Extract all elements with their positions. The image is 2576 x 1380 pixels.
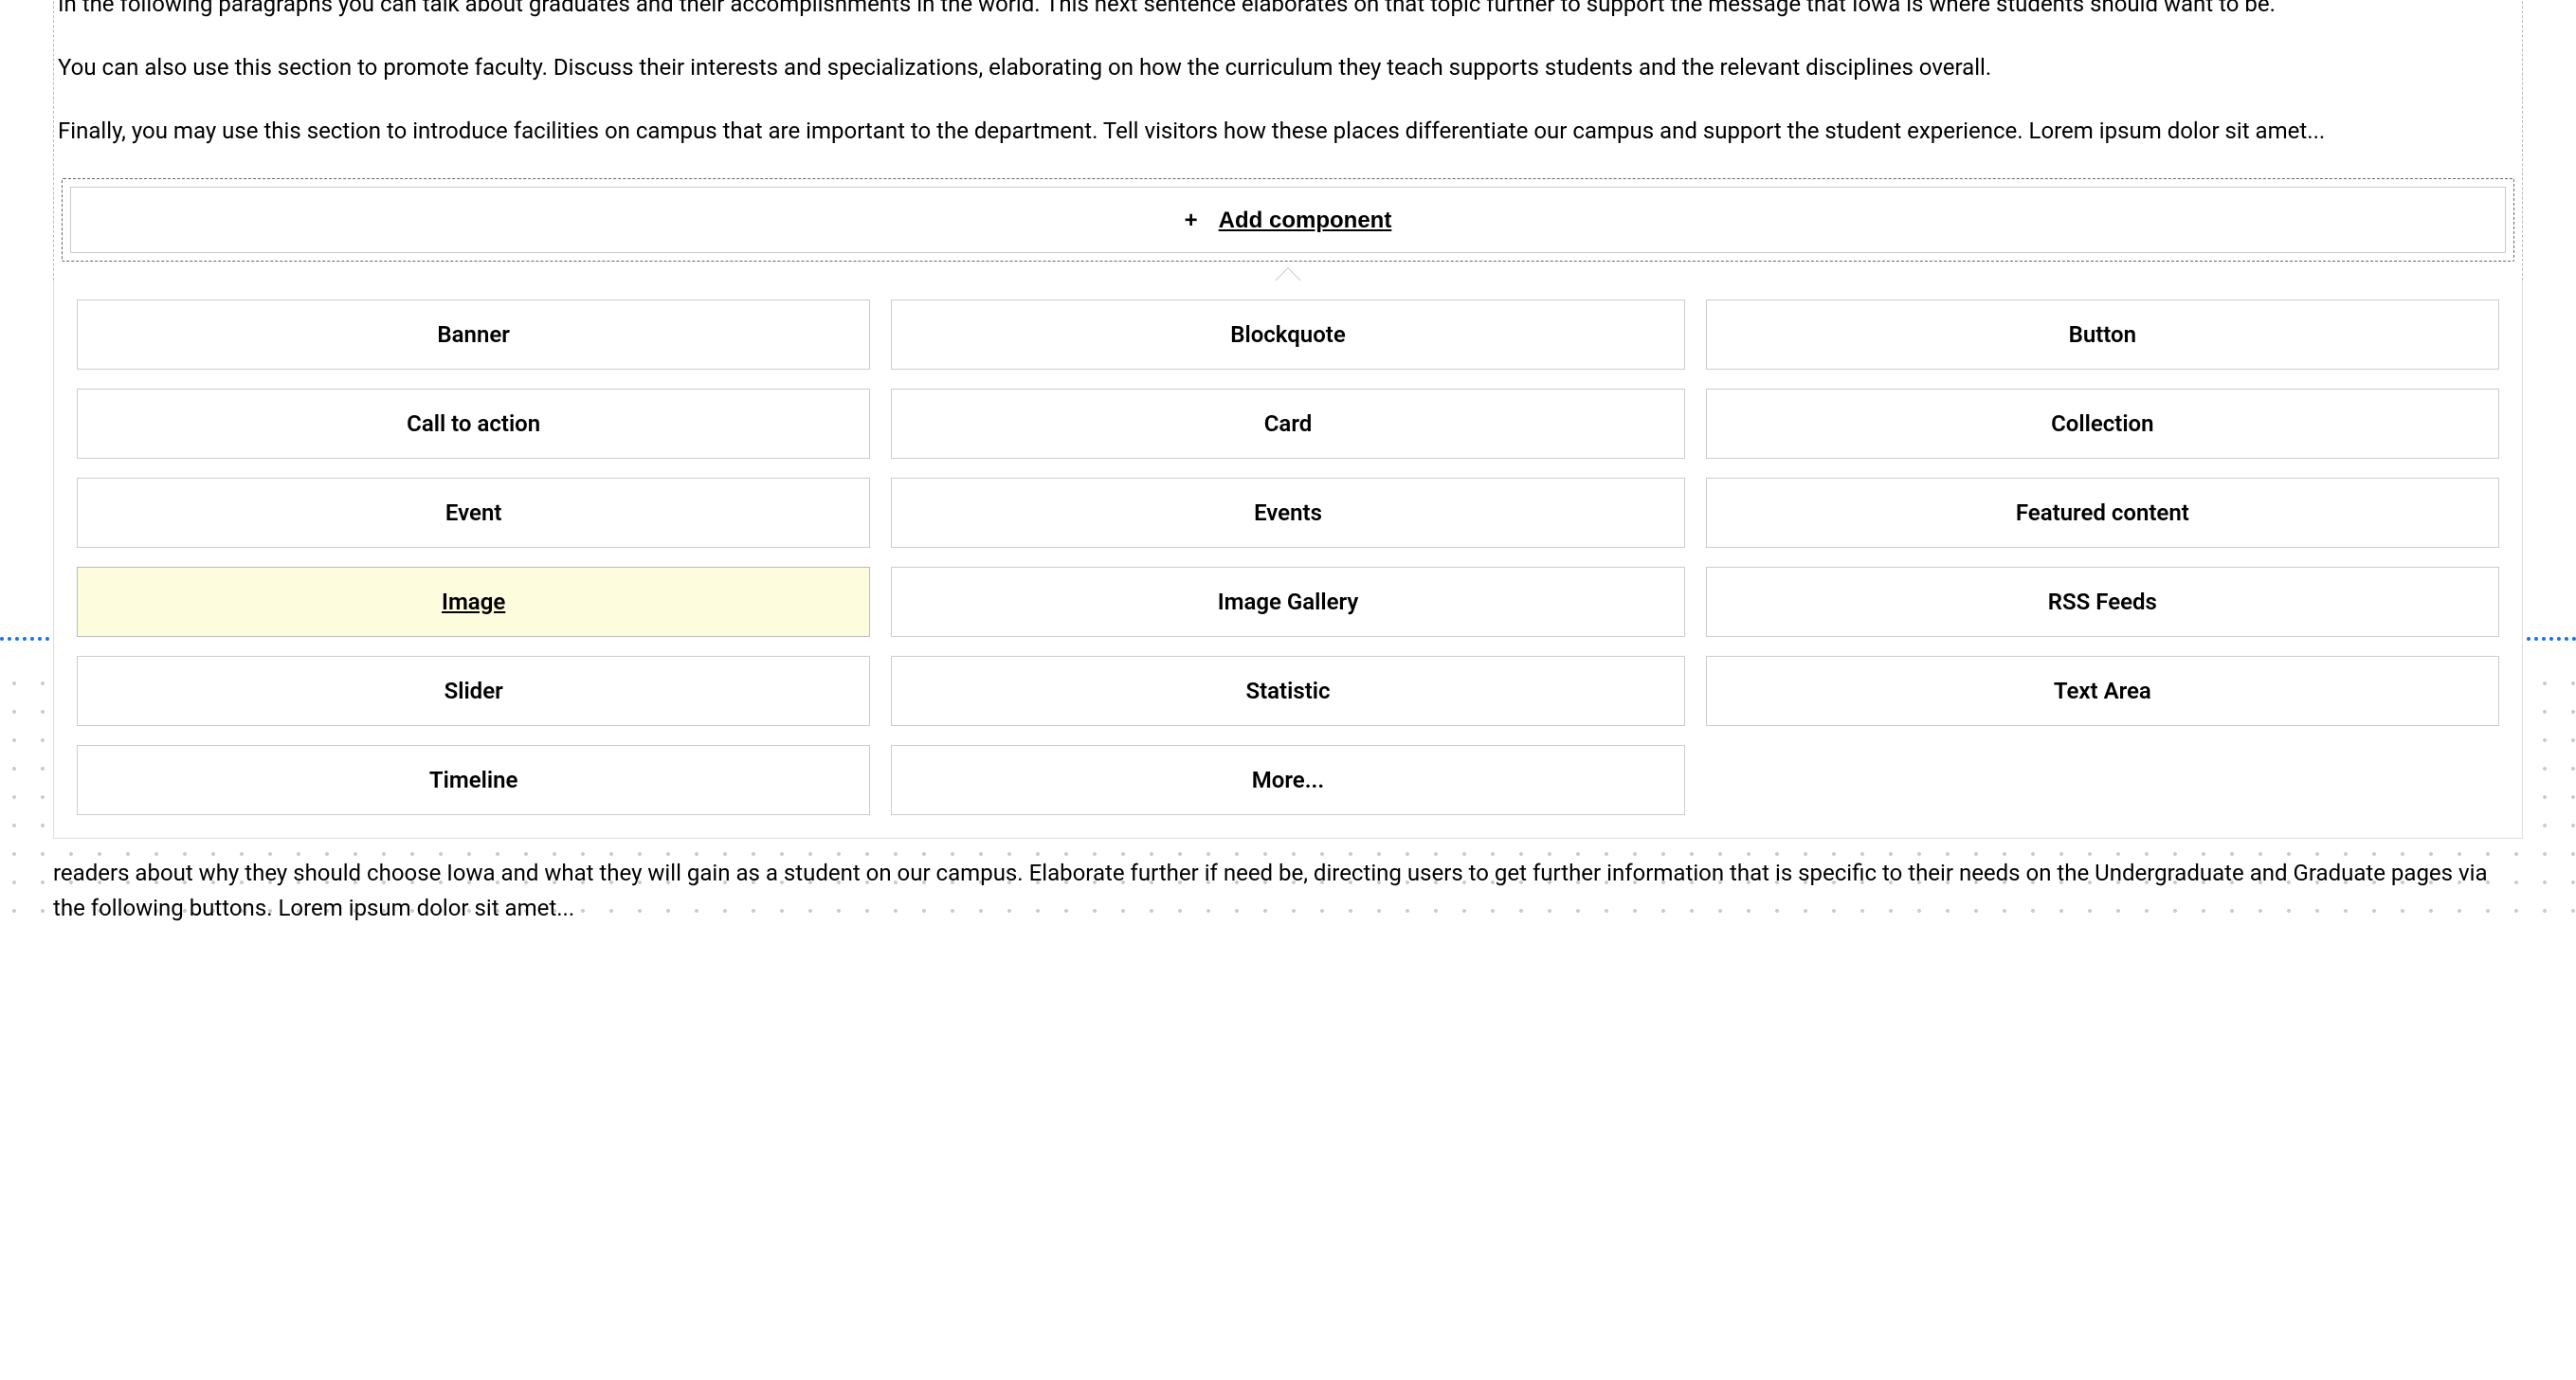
component-option-card[interactable]: Card [891,389,1684,459]
component-option-image[interactable]: Image [77,567,870,637]
component-option-label: Text Area [2054,678,2151,704]
component-option-label: Banner [437,321,510,348]
component-option-button[interactable]: Button [1706,300,2499,370]
component-option-label: Blockquote [1230,321,1346,348]
editable-content-region[interactable]: In the following paragraphs you can talk… [53,0,2523,281]
component-option-label: Timeline [429,767,518,793]
component-option-event[interactable]: Event [77,478,870,548]
component-option-text-area[interactable]: Text Area [1706,656,2499,726]
component-option-collection[interactable]: Collection [1706,389,2499,459]
component-option-more[interactable]: More... [891,745,1684,815]
component-option-label: Featured content [2016,499,2189,526]
body-paragraph[interactable]: In the following paragraphs you can talk… [54,0,2522,22]
add-component-button[interactable]: + Add component [1185,208,1392,234]
component-option-banner[interactable]: Banner [77,300,870,370]
component-picker-dropdown: Banner Blockquote Button Call to action Card… [53,281,2523,839]
component-option-statistic[interactable]: Statistic [891,656,1684,726]
component-option-label: Call to action [407,410,540,437]
component-option-label: Card [1264,410,1313,437]
component-option-label: Statistic [1245,678,1330,704]
component-option-label: Events [1254,499,1322,526]
component-option-label: Button [2069,321,2136,348]
add-component-bar: + Add component [62,178,2514,262]
component-option-rss-feeds[interactable]: RSS Feeds [1706,567,2499,637]
component-option-label: More... [1252,767,1324,793]
component-option-image-gallery[interactable]: Image Gallery [891,567,1684,637]
component-option-label: Image [442,589,505,615]
component-option-timeline[interactable]: Timeline [77,745,870,815]
component-option-label: Image Gallery [1218,589,1359,615]
component-option-events[interactable]: Events [891,478,1684,548]
plus-icon: + [1185,208,1198,234]
component-option-featured-content[interactable]: Featured content [1706,478,2499,548]
component-option-blockquote[interactable]: Blockquote [891,300,1684,370]
body-paragraph[interactable]: Finally, you may use this section to int… [54,114,2522,149]
component-option-label: Collection [2051,410,2153,437]
component-option-label: Event [445,499,501,526]
body-paragraph[interactable]: You can also use this section to promote… [54,50,2522,85]
component-option-slider[interactable]: Slider [77,656,870,726]
add-component-label: Add component [1219,208,1392,234]
component-option-label: RSS Feeds [2048,589,2157,615]
body-paragraph[interactable]: readers about why they should choose Iow… [0,839,2576,926]
component-option-label: Slider [444,678,503,704]
component-option-call-to-action[interactable]: Call to action [77,389,870,459]
